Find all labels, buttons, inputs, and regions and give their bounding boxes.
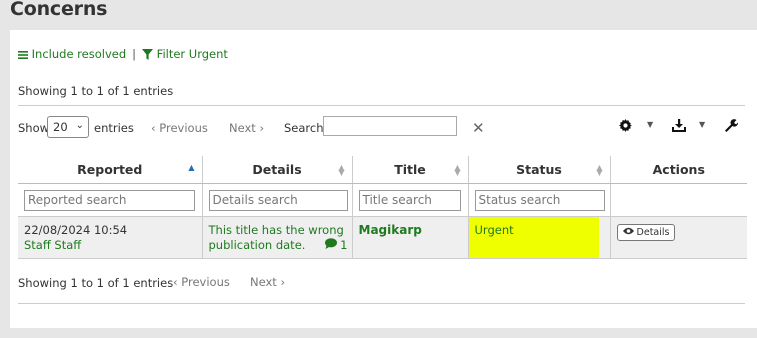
page-length-value: 20: [53, 120, 68, 134]
title-search-input[interactable]: Title search: [358, 190, 461, 211]
include-resolved-label: Include resolved: [31, 47, 127, 61]
sort-icon: ▲ ▼: [338, 163, 345, 177]
include-resolved-link[interactable]: Include resolved: [18, 47, 126, 61]
column-header-details[interactable]: Details ▲ ▼: [201, 156, 352, 184]
column-header-title[interactable]: Title ▲ ▼: [351, 156, 468, 184]
page-length-select[interactable]: 20 ⌄: [47, 116, 89, 138]
column-label: Status: [516, 162, 562, 177]
previous-button-top[interactable]: ‹ Previous: [151, 121, 208, 135]
comment-icon: [324, 238, 337, 249]
search-label: Search:: [284, 121, 328, 135]
table-info-top: Showing 1 to 1 of 1 entries: [18, 84, 174, 98]
chevron-right-icon: ›: [280, 275, 286, 289]
concerns-table: Reported ▲ Details ▲ ▼ Title ▲ ▼ Status ▲ ▼ Act…: [18, 156, 747, 259]
details-button-label: Details: [636, 227, 670, 238]
previous-label: Previous: [181, 275, 230, 289]
concerns-panel: Include resolved | Filter Urgent Showing…: [10, 30, 757, 328]
filter-links: Include resolved | Filter Urgent: [18, 47, 228, 61]
divider-bottom: [18, 303, 745, 304]
caret-down-icon-2[interactable]: ▼: [699, 120, 705, 129]
details-line-1: This title has the wrong: [208, 223, 344, 237]
next-button-top[interactable]: Next ›: [229, 121, 264, 135]
divider-top: [18, 105, 745, 106]
sort-asc-icon: ▲: [188, 163, 195, 172]
previous-button-bottom[interactable]: ‹ Previous: [173, 275, 230, 289]
filter-urgent-link[interactable]: Filter Urgent: [142, 47, 228, 61]
caret-down-icon[interactable]: ▼: [647, 120, 653, 129]
comment-count-value: 1: [340, 238, 348, 252]
eye-icon: [622, 227, 634, 235]
filter-icon: [142, 49, 154, 60]
status-badge: Urgent: [468, 217, 599, 258]
filter-urgent-label: Filter Urgent: [156, 47, 228, 61]
show-label: Show: [18, 121, 50, 135]
chevron-left-icon: ‹: [173, 275, 178, 289]
details-button[interactable]: Details: [616, 224, 676, 241]
download-icon[interactable]: [672, 119, 686, 135]
gear-icon[interactable]: [619, 119, 632, 135]
next-label: Next: [250, 275, 277, 289]
entries-label: entries: [94, 121, 134, 135]
clear-search-icon[interactable]: ✕: [472, 119, 485, 137]
comment-count[interactable]: 1: [324, 238, 348, 253]
search-input[interactable]: [323, 116, 457, 136]
column-header-status[interactable]: Status ▲ ▼: [467, 156, 610, 184]
column-header-actions: Actions: [609, 156, 747, 184]
chevron-down-icon: ⌄: [75, 120, 84, 131]
column-label: Actions: [652, 162, 705, 177]
column-label: Title: [394, 162, 426, 177]
title-link[interactable]: Magikarp: [359, 223, 422, 237]
link-separator: |: [132, 47, 137, 61]
column-label: Details: [252, 162, 302, 177]
table-info-bottom: Showing 1 to 1 of 1 entries: [18, 276, 174, 290]
reported-by-link[interactable]: Staff Staff: [24, 238, 196, 253]
table-toolbar: Show 20 ⌄ entries ‹ Previous Next › Sear…: [18, 116, 745, 140]
next-label: Next: [229, 121, 256, 135]
filter-row: Reported search Details search Title sea…: [18, 183, 747, 217]
next-button-bottom[interactable]: Next ›: [250, 275, 285, 289]
sort-icon: ▲ ▼: [596, 163, 603, 177]
chevron-right-icon: ›: [259, 121, 265, 135]
chevron-left-icon: ‹: [151, 121, 156, 135]
status-search-input[interactable]: Status search: [474, 190, 605, 211]
wrench-icon[interactable]: [724, 119, 739, 136]
table-row: 22/08/2024 10:54 Staff Staff This title …: [18, 216, 747, 259]
list-icon: [18, 50, 28, 59]
details-search-input[interactable]: Details search: [208, 190, 348, 211]
page-title: Concerns: [10, 0, 108, 20]
reported-search-input[interactable]: Reported search: [24, 190, 195, 211]
reported-date: 22/08/2024 10:54: [24, 223, 128, 237]
column-header-reported[interactable]: Reported ▲: [18, 156, 202, 184]
sort-icon: ▲ ▼: [454, 163, 461, 177]
column-label: Reported: [77, 162, 143, 177]
previous-label: Previous: [159, 121, 208, 135]
